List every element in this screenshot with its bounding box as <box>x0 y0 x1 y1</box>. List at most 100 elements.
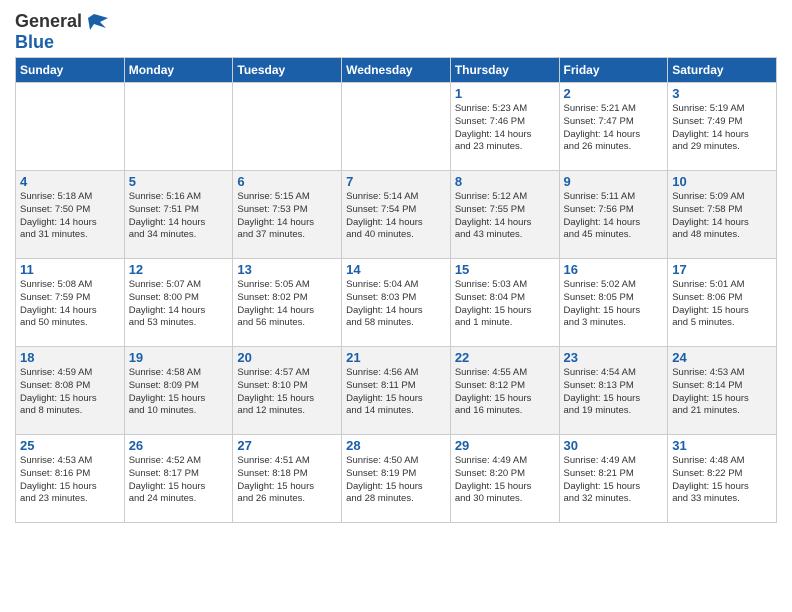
day-number: 18 <box>20 350 120 365</box>
day-header-friday: Friday <box>559 58 668 83</box>
header: General Blue <box>15 10 777 53</box>
day-cell: 29 Sunrise: 4:49 AM Sunset: 8:20 PM Dayli… <box>450 435 559 523</box>
week-row-5: 25 Sunrise: 4:53 AM Sunset: 8:16 PM Dayli… <box>16 435 777 523</box>
day-number: 12 <box>129 262 229 277</box>
calendar-table: SundayMondayTuesdayWednesdayThursdayFrid… <box>15 57 777 523</box>
day-header-tuesday: Tuesday <box>233 58 342 83</box>
day-number: 25 <box>20 438 120 453</box>
day-cell <box>342 83 451 171</box>
day-cell: 20 Sunrise: 4:57 AM Sunset: 8:10 PM Dayli… <box>233 347 342 435</box>
day-number: 20 <box>237 350 337 365</box>
day-number: 27 <box>237 438 337 453</box>
day-cell: 6 Sunrise: 5:15 AM Sunset: 7:53 PM Daylig… <box>233 171 342 259</box>
week-row-3: 11Sunrise: 5:08 AM Sunset: 7:59 PM Dayli… <box>16 259 777 347</box>
day-info: Sunrise: 4:51 AM Sunset: 8:18 PM Dayligh… <box>237 455 337 506</box>
day-number: 28 <box>346 438 446 453</box>
day-info: Sunrise: 4:57 AM Sunset: 8:10 PM Dayligh… <box>237 367 337 418</box>
day-number: 30 <box>564 438 664 453</box>
day-number: 10 <box>672 174 772 189</box>
day-number: 14 <box>346 262 446 277</box>
day-cell: 10 Sunrise: 5:09 AM Sunset: 7:58 PM Dayli… <box>668 171 777 259</box>
day-info: Sunrise: 5:21 AM Sunset: 7:47 PM Dayligh… <box>564 103 664 154</box>
day-info: Sunrise: 5:18 AM Sunset: 7:50 PM Dayligh… <box>20 191 120 242</box>
day-cell: 16 Sunrise: 5:02 AM Sunset: 8:05 PM Dayli… <box>559 259 668 347</box>
day-info: Sunrise: 5:11 AM Sunset: 7:56 PM Dayligh… <box>564 191 664 242</box>
day-number: 16 <box>564 262 664 277</box>
day-cell: 23 Sunrise: 4:54 AM Sunset: 8:13 PM Dayli… <box>559 347 668 435</box>
day-number: 8 <box>455 174 555 189</box>
day-number: 31 <box>672 438 772 453</box>
day-cell: 18 Sunrise: 4:59 AM Sunset: 8:08 PM Dayli… <box>16 347 125 435</box>
day-info: Sunrise: 5:07 AM Sunset: 8:00 PM Dayligh… <box>129 279 229 330</box>
main-container: General Blue SundayMondayTuesdayWednesda… <box>0 0 792 538</box>
day-cell: 21Sunrise: 4:56 AM Sunset: 8:11 PM Dayli… <box>342 347 451 435</box>
logo-general: General <box>15 11 82 32</box>
day-cell: 15Sunrise: 5:03 AM Sunset: 8:04 PM Dayli… <box>450 259 559 347</box>
day-cell: 22 Sunrise: 4:55 AM Sunset: 8:12 PM Dayli… <box>450 347 559 435</box>
day-info: Sunrise: 4:58 AM Sunset: 8:09 PM Dayligh… <box>129 367 229 418</box>
day-info: Sunrise: 5:19 AM Sunset: 7:49 PM Dayligh… <box>672 103 772 154</box>
day-cell: 13 Sunrise: 5:05 AM Sunset: 8:02 PM Dayli… <box>233 259 342 347</box>
day-cell: 8 Sunrise: 5:12 AM Sunset: 7:55 PM Daylig… <box>450 171 559 259</box>
day-info: Sunrise: 4:56 AM Sunset: 8:11 PM Dayligh… <box>346 367 446 418</box>
week-row-4: 18 Sunrise: 4:59 AM Sunset: 8:08 PM Dayli… <box>16 347 777 435</box>
day-header-thursday: Thursday <box>450 58 559 83</box>
day-info: Sunrise: 5:16 AM Sunset: 7:51 PM Dayligh… <box>129 191 229 242</box>
day-number: 26 <box>129 438 229 453</box>
day-number: 6 <box>237 174 337 189</box>
day-cell: 30 Sunrise: 4:49 AM Sunset: 8:21 PM Dayli… <box>559 435 668 523</box>
day-info: Sunrise: 4:59 AM Sunset: 8:08 PM Dayligh… <box>20 367 120 418</box>
day-header-sunday: Sunday <box>16 58 125 83</box>
day-cell: 12 Sunrise: 5:07 AM Sunset: 8:00 PM Dayli… <box>124 259 233 347</box>
day-cell: 31 Sunrise: 4:48 AM Sunset: 8:22 PM Dayli… <box>668 435 777 523</box>
day-cell <box>124 83 233 171</box>
day-cell: 11Sunrise: 5:08 AM Sunset: 7:59 PM Dayli… <box>16 259 125 347</box>
day-info: Sunrise: 5:15 AM Sunset: 7:53 PM Dayligh… <box>237 191 337 242</box>
day-number: 11 <box>20 262 120 277</box>
day-number: 9 <box>564 174 664 189</box>
day-number: 1 <box>455 86 555 101</box>
day-number: 13 <box>237 262 337 277</box>
day-number: 4 <box>20 174 120 189</box>
day-cell: 28Sunrise: 4:50 AM Sunset: 8:19 PM Dayli… <box>342 435 451 523</box>
logo: General Blue <box>15 10 108 53</box>
day-cell <box>233 83 342 171</box>
day-cell: 1 Sunrise: 5:23 AM Sunset: 7:46 PM Daylig… <box>450 83 559 171</box>
day-number: 23 <box>564 350 664 365</box>
day-cell: 19Sunrise: 4:58 AM Sunset: 8:09 PM Dayli… <box>124 347 233 435</box>
logo-bird-icon <box>86 10 108 32</box>
day-info: Sunrise: 4:48 AM Sunset: 8:22 PM Dayligh… <box>672 455 772 506</box>
day-info: Sunrise: 5:05 AM Sunset: 8:02 PM Dayligh… <box>237 279 337 330</box>
day-info: Sunrise: 5:09 AM Sunset: 7:58 PM Dayligh… <box>672 191 772 242</box>
day-info: Sunrise: 5:12 AM Sunset: 7:55 PM Dayligh… <box>455 191 555 242</box>
day-header-monday: Monday <box>124 58 233 83</box>
day-info: Sunrise: 5:02 AM Sunset: 8:05 PM Dayligh… <box>564 279 664 330</box>
day-info: Sunrise: 5:01 AM Sunset: 8:06 PM Dayligh… <box>672 279 772 330</box>
day-header-wednesday: Wednesday <box>342 58 451 83</box>
day-cell: 4 Sunrise: 5:18 AM Sunset: 7:50 PM Daylig… <box>16 171 125 259</box>
day-number: 22 <box>455 350 555 365</box>
day-number: 17 <box>672 262 772 277</box>
day-cell: 5Sunrise: 5:16 AM Sunset: 7:51 PM Daylig… <box>124 171 233 259</box>
week-row-2: 4 Sunrise: 5:18 AM Sunset: 7:50 PM Daylig… <box>16 171 777 259</box>
day-cell: 9 Sunrise: 5:11 AM Sunset: 7:56 PM Daylig… <box>559 171 668 259</box>
day-cell: 7 Sunrise: 5:14 AM Sunset: 7:54 PM Daylig… <box>342 171 451 259</box>
day-info: Sunrise: 4:54 AM Sunset: 8:13 PM Dayligh… <box>564 367 664 418</box>
day-number: 3 <box>672 86 772 101</box>
day-number: 2 <box>564 86 664 101</box>
day-number: 7 <box>346 174 446 189</box>
day-cell <box>16 83 125 171</box>
day-header-saturday: Saturday <box>668 58 777 83</box>
day-cell: 24Sunrise: 4:53 AM Sunset: 8:14 PM Dayli… <box>668 347 777 435</box>
day-info: Sunrise: 5:23 AM Sunset: 7:46 PM Dayligh… <box>455 103 555 154</box>
day-info: Sunrise: 4:49 AM Sunset: 8:20 PM Dayligh… <box>455 455 555 506</box>
day-info: Sunrise: 5:14 AM Sunset: 7:54 PM Dayligh… <box>346 191 446 242</box>
day-number: 29 <box>455 438 555 453</box>
header-row: SundayMondayTuesdayWednesdayThursdayFrid… <box>16 58 777 83</box>
day-info: Sunrise: 4:49 AM Sunset: 8:21 PM Dayligh… <box>564 455 664 506</box>
day-info: Sunrise: 5:04 AM Sunset: 8:03 PM Dayligh… <box>346 279 446 330</box>
day-info: Sunrise: 4:55 AM Sunset: 8:12 PM Dayligh… <box>455 367 555 418</box>
day-cell: 2 Sunrise: 5:21 AM Sunset: 7:47 PM Daylig… <box>559 83 668 171</box>
day-cell: 26Sunrise: 4:52 AM Sunset: 8:17 PM Dayli… <box>124 435 233 523</box>
day-info: Sunrise: 4:53 AM Sunset: 8:16 PM Dayligh… <box>20 455 120 506</box>
